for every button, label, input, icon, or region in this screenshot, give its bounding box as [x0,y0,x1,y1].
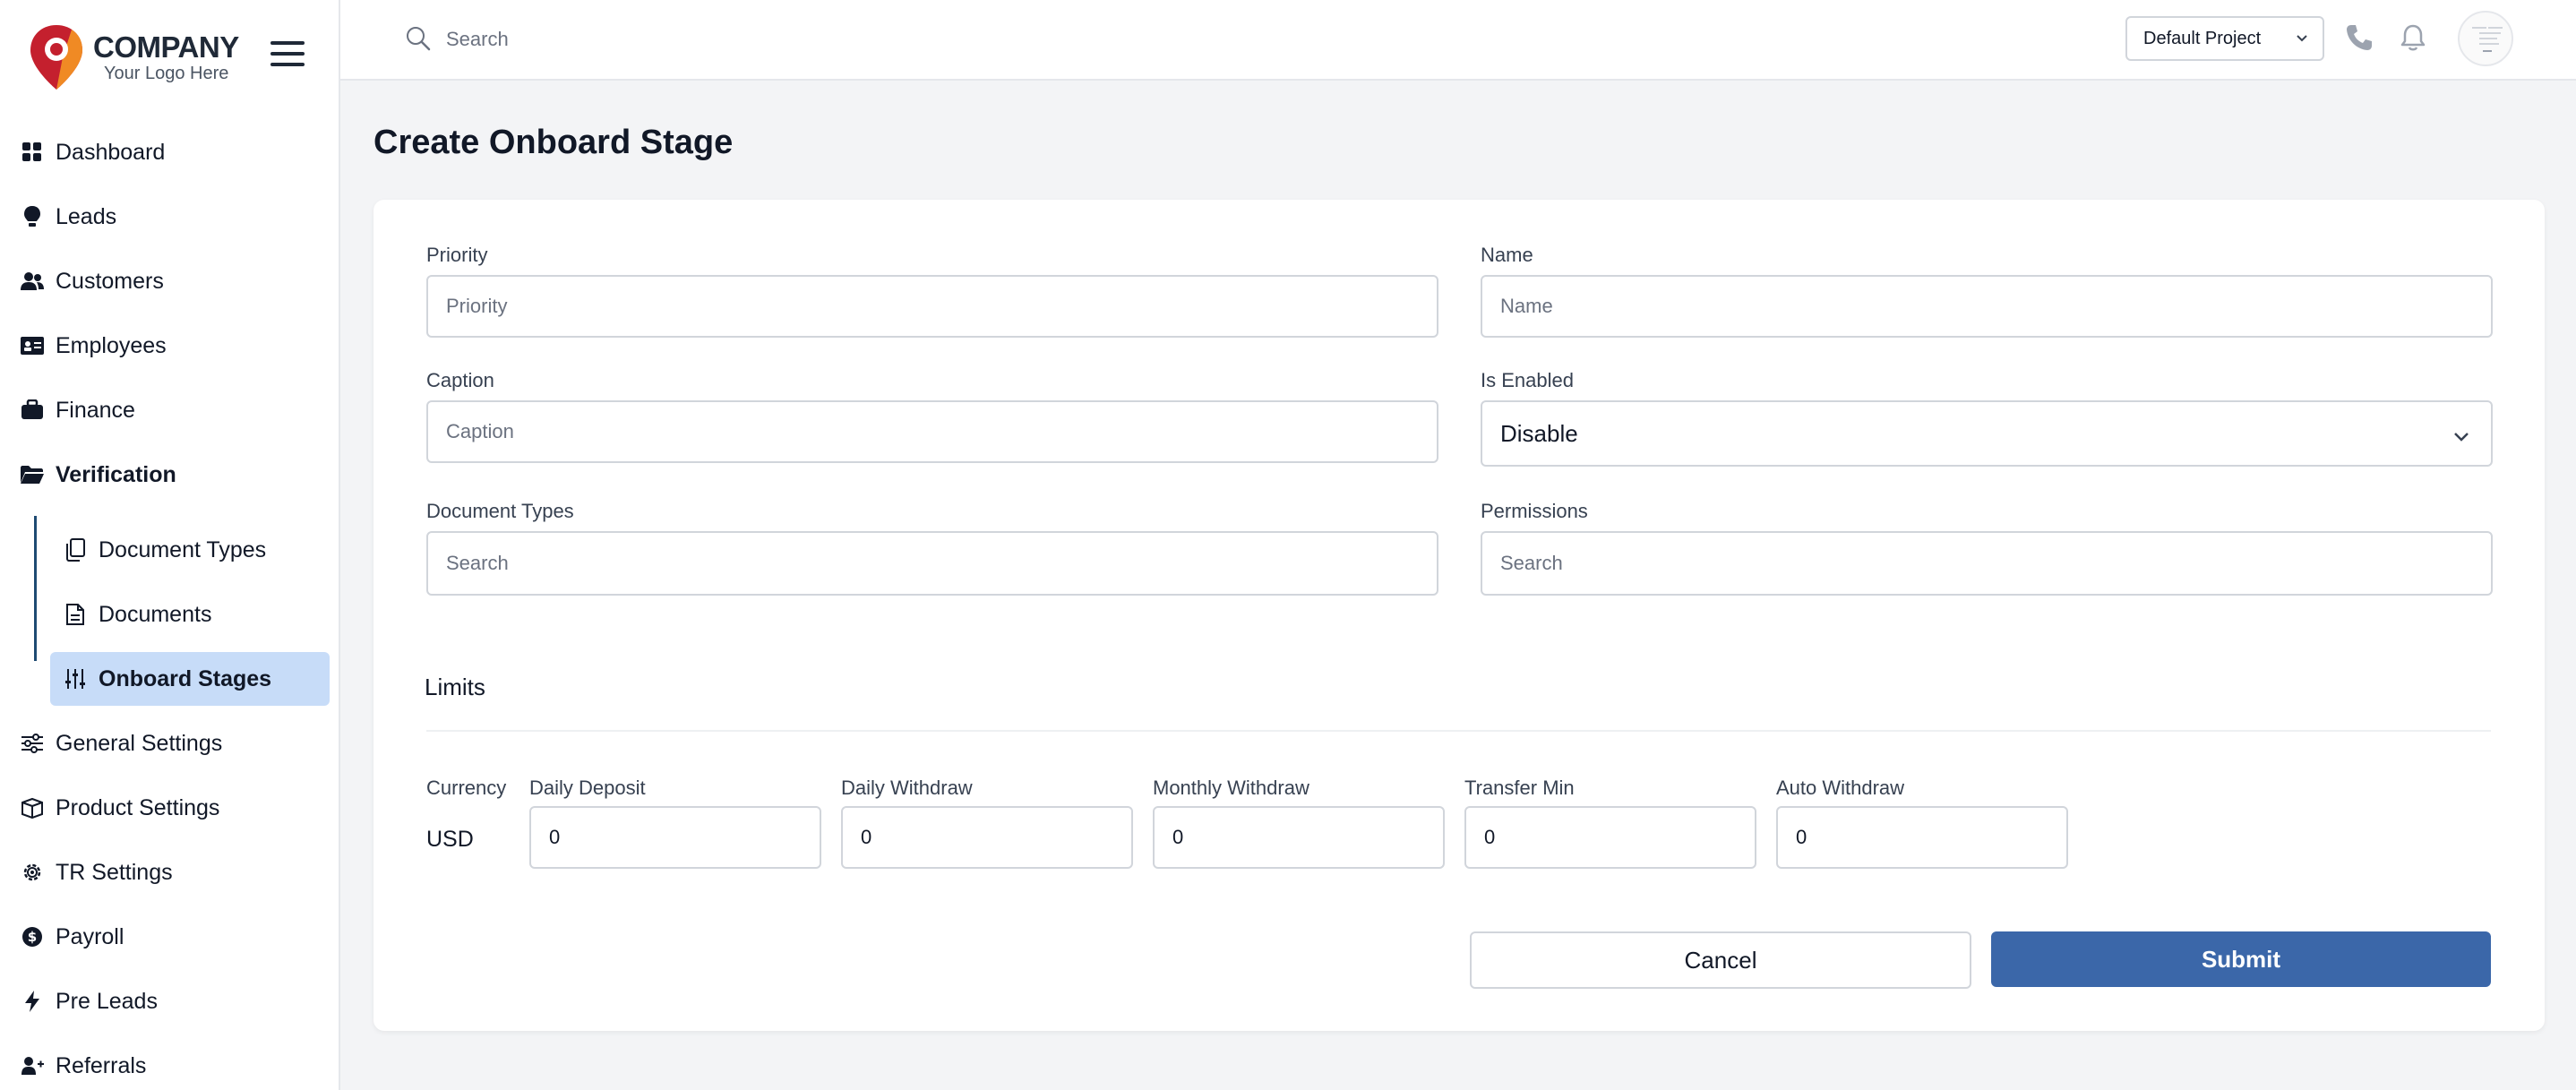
sidebar-item-label: Pre Leads [56,988,158,1014]
auto-withdraw-label: Auto Withdraw [1776,777,1905,799]
priority-input[interactable] [426,275,1438,338]
box-icon [20,795,45,820]
sidebar-item-label: Product Settings [56,794,220,820]
folder-open-icon [20,462,45,487]
auto-withdraw-input[interactable] [1776,806,2068,869]
create-onboard-stage-form: Priority Name Caption Is Enabled Disable… [374,200,2545,1031]
sidebar-item-general-settings[interactable]: General Settings [0,717,340,770]
sidebar-item-label: Payroll [56,923,125,949]
transfer-min-input[interactable] [1464,806,1756,869]
sidebar: COMPANY Your Logo Here Dashboard Leads C… [0,0,340,1090]
bolt-icon [20,989,45,1014]
caption-input[interactable] [426,400,1438,463]
lightbulb-icon [20,204,45,229]
sidebar-item-payroll[interactable]: $ Payroll [0,910,340,964]
bell-icon[interactable] [2397,21,2429,54]
sidebar-item-product-settings[interactable]: Product Settings [0,781,340,835]
sidebar-item-label: Verification [56,461,176,487]
sidebar-item-finance[interactable]: Finance [0,383,340,437]
cancel-button[interactable]: Cancel [1470,931,1971,989]
sidebar-item-label: Finance [56,397,135,423]
user-plus-icon [20,1053,45,1078]
sidebar-item-employees[interactable]: Employees [0,319,340,373]
sidebar-item-label: Employees [56,332,167,358]
is-enabled-label: Is Enabled [1481,369,1574,391]
briefcase-icon [20,398,45,423]
sidebar-subitem-label: Document Types [99,536,267,562]
is-enabled-select[interactable]: Disable [1481,400,2493,467]
is-enabled-value: Disable [1500,419,1578,447]
sidebar-item-dashboard[interactable]: Dashboard [0,125,340,179]
project-select[interactable]: Default Project [2125,16,2324,61]
name-input[interactable] [1481,275,2493,338]
sidebar-item-label: TR Settings [56,859,173,885]
menu-toggle-icon[interactable] [270,39,305,68]
sidebar-item-verification[interactable]: Verification [0,448,340,502]
sidebar-subitem-onboard-stages[interactable]: Onboard Stages [50,652,330,706]
submenu-guide-line [34,516,37,661]
permissions-search-input[interactable] [1481,531,2493,596]
limits-section-title: Limits [425,674,485,700]
sidebar-item-label: Leads [56,203,117,229]
daily-withdraw-label: Daily Withdraw [841,777,973,799]
name-label: Name [1481,244,1533,266]
sidebar-subitem-label: Documents [99,601,212,627]
sidebar-item-leads[interactable]: Leads [0,190,340,244]
currency-label: Currency [426,777,507,799]
search-icon [405,25,432,52]
daily-deposit-label: Daily Deposit [529,777,646,799]
sidebar-item-referrals[interactable]: Referrals [0,1039,340,1090]
sidebar-item-label: General Settings [56,730,223,756]
dollar-circle-icon: $ [20,924,45,949]
monthly-withdraw-label: Monthly Withdraw [1153,777,1309,799]
caption-label: Caption [426,369,494,391]
document-icon [63,602,88,627]
project-select-value: Default Project [2143,28,2262,48]
logo-subtitle: Your Logo Here [104,64,229,83]
company-logo[interactable]: COMPANY Your Logo Here [27,21,251,93]
documents-icon [63,537,88,562]
grid-icon [20,140,45,165]
sidebar-item-label: Customers [56,268,164,294]
sidebar-subitem-label: Onboard Stages [99,665,272,691]
sidebar-item-tr-settings[interactable]: TR Settings [0,845,340,899]
logo-title: COMPANY [93,30,239,64]
search-input[interactable] [446,21,983,57]
document-types-search-input[interactable] [426,531,1438,596]
users-icon [20,269,45,294]
page-title: Create Onboard Stage [374,124,734,161]
sliders-icon [20,731,45,756]
document-types-label: Document Types [426,500,574,522]
id-card-icon [20,333,45,358]
priority-label: Priority [426,244,488,266]
avatar[interactable] [2458,11,2513,66]
sidebar-subitem-document-types[interactable]: Document Types [50,523,330,577]
permissions-label: Permissions [1481,500,1588,522]
sliders-vertical-icon [63,666,88,691]
daily-deposit-input[interactable] [529,806,821,869]
sidebar-item-label: Dashboard [56,139,166,165]
daily-withdraw-input[interactable] [841,806,1133,869]
monthly-withdraw-input[interactable] [1153,806,1445,869]
phone-icon[interactable] [2343,21,2375,54]
gear-icon [20,860,45,885]
chevron-down-icon [2451,425,2471,445]
limits-divider [426,730,2491,732]
submit-button[interactable]: Submit [1991,931,2491,987]
chevron-down-icon [2294,30,2310,47]
currency-value: USD [426,827,474,852]
sidebar-item-customers[interactable]: Customers [0,254,340,308]
transfer-min-label: Transfer Min [1464,777,1575,799]
logo-pin-icon [27,21,86,93]
sidebar-subitem-documents[interactable]: Documents [50,588,330,641]
svg-text:$: $ [28,929,37,945]
sidebar-item-label: Referrals [56,1052,147,1078]
sidebar-item-pre-leads[interactable]: Pre Leads [0,974,340,1028]
top-bar: Default Project [340,0,2576,81]
